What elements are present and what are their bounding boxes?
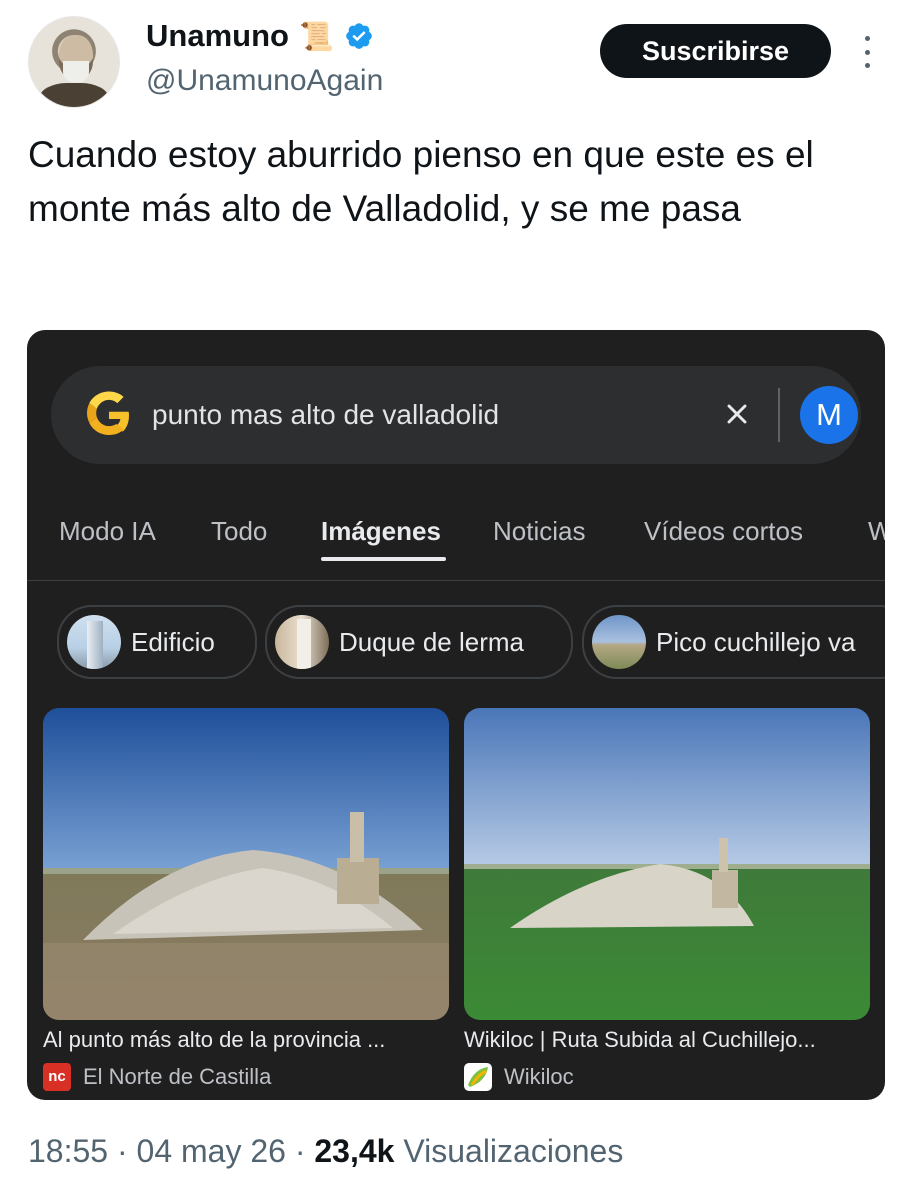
- tabs-divider: [27, 580, 885, 581]
- chip-label: Edificio: [131, 627, 215, 657]
- el-norte-favicon-icon: nc: [43, 1063, 71, 1091]
- chip-label: Pico cuchillejo va: [656, 627, 856, 657]
- result-source-name: Wikiloc: [504, 1064, 574, 1089]
- cairn-field-photo: [464, 708, 870, 1020]
- more-options-icon[interactable]: [857, 36, 877, 68]
- search-divider: [778, 388, 780, 442]
- tweet-time[interactable]: 18:55: [28, 1133, 108, 1169]
- scroll-emoji-icon: 📜: [298, 20, 334, 52]
- result-source-2[interactable]: Wikiloc: [464, 1063, 574, 1091]
- result-caption-2[interactable]: Wikiloc | Ruta Subida al Cuchillejo...: [464, 1027, 816, 1053]
- views-label: Visualizaciones: [403, 1133, 624, 1169]
- google-logo-icon: [87, 391, 129, 435]
- meta-separator: ·: [108, 1133, 137, 1169]
- chip-edificio[interactable]: Edificio: [57, 605, 257, 679]
- wikiloc-favicon-icon: [464, 1063, 492, 1091]
- attached-screenshot[interactable]: punto mas alto de valladolid M Modo IA T…: [27, 330, 885, 1100]
- author-avatar[interactable]: [28, 16, 120, 108]
- cairn-photo: [43, 708, 449, 1020]
- result-image-1[interactable]: [43, 708, 449, 1020]
- chip-label: Duque de lerma: [339, 627, 524, 657]
- avatar-coat: [39, 83, 109, 107]
- tweet-date[interactable]: 04 may 26: [137, 1133, 286, 1169]
- meta-separator: ·: [285, 1133, 315, 1169]
- result-source-1[interactable]: nc El Norte de Castilla: [43, 1063, 271, 1091]
- clear-search-icon[interactable]: [721, 398, 753, 430]
- author-name-row[interactable]: Unamuno 📜: [146, 18, 374, 54]
- chip-thumbnail: [67, 615, 121, 669]
- verified-badge-icon: [346, 23, 372, 49]
- search-query[interactable]: punto mas alto de valladolid: [152, 399, 499, 431]
- chip-thumbnail: [592, 615, 646, 669]
- result-source-name: El Norte de Castilla: [83, 1064, 272, 1089]
- tweet-text: Cuando estoy aburrido pienso en que este…: [28, 134, 814, 229]
- account-avatar[interactable]: M: [800, 386, 858, 444]
- tab-videos-cortos[interactable]: Vídeos cortos: [644, 516, 803, 547]
- result-image-2[interactable]: [464, 708, 870, 1020]
- active-tab-indicator: [321, 557, 446, 561]
- tab-noticias[interactable]: Noticias: [493, 516, 585, 547]
- avatar-beard: [63, 61, 89, 83]
- result-caption-1[interactable]: Al punto más alto de la provincia ...: [43, 1027, 385, 1053]
- search-bar[interactable]: punto mas alto de valladolid M: [51, 366, 861, 464]
- chip-pico-cuchillejo[interactable]: Pico cuchillejo va: [582, 605, 885, 679]
- chip-duque-de-lerma[interactable]: Duque de lerma: [265, 605, 573, 679]
- author-name[interactable]: Unamuno: [146, 18, 289, 54]
- views-count: 23,4k: [314, 1133, 395, 1169]
- subscribe-button[interactable]: Suscribirse: [600, 24, 831, 78]
- tab-todo[interactable]: Todo: [211, 516, 267, 547]
- tab-imagenes[interactable]: Imágenes: [321, 516, 441, 547]
- tab-truncated[interactable]: W: [868, 516, 885, 547]
- tab-modo-ia[interactable]: Modo IA: [59, 516, 156, 547]
- chip-thumbnail: [275, 615, 329, 669]
- author-handle[interactable]: @UnamunoAgain: [146, 64, 383, 98]
- tweet-metadata: 18:55 · 04 may 26 · 23,4k Visualizacione…: [28, 1133, 623, 1170]
- search-tabs: Modo IA Todo Imágenes Noticias Vídeos co…: [27, 480, 885, 580]
